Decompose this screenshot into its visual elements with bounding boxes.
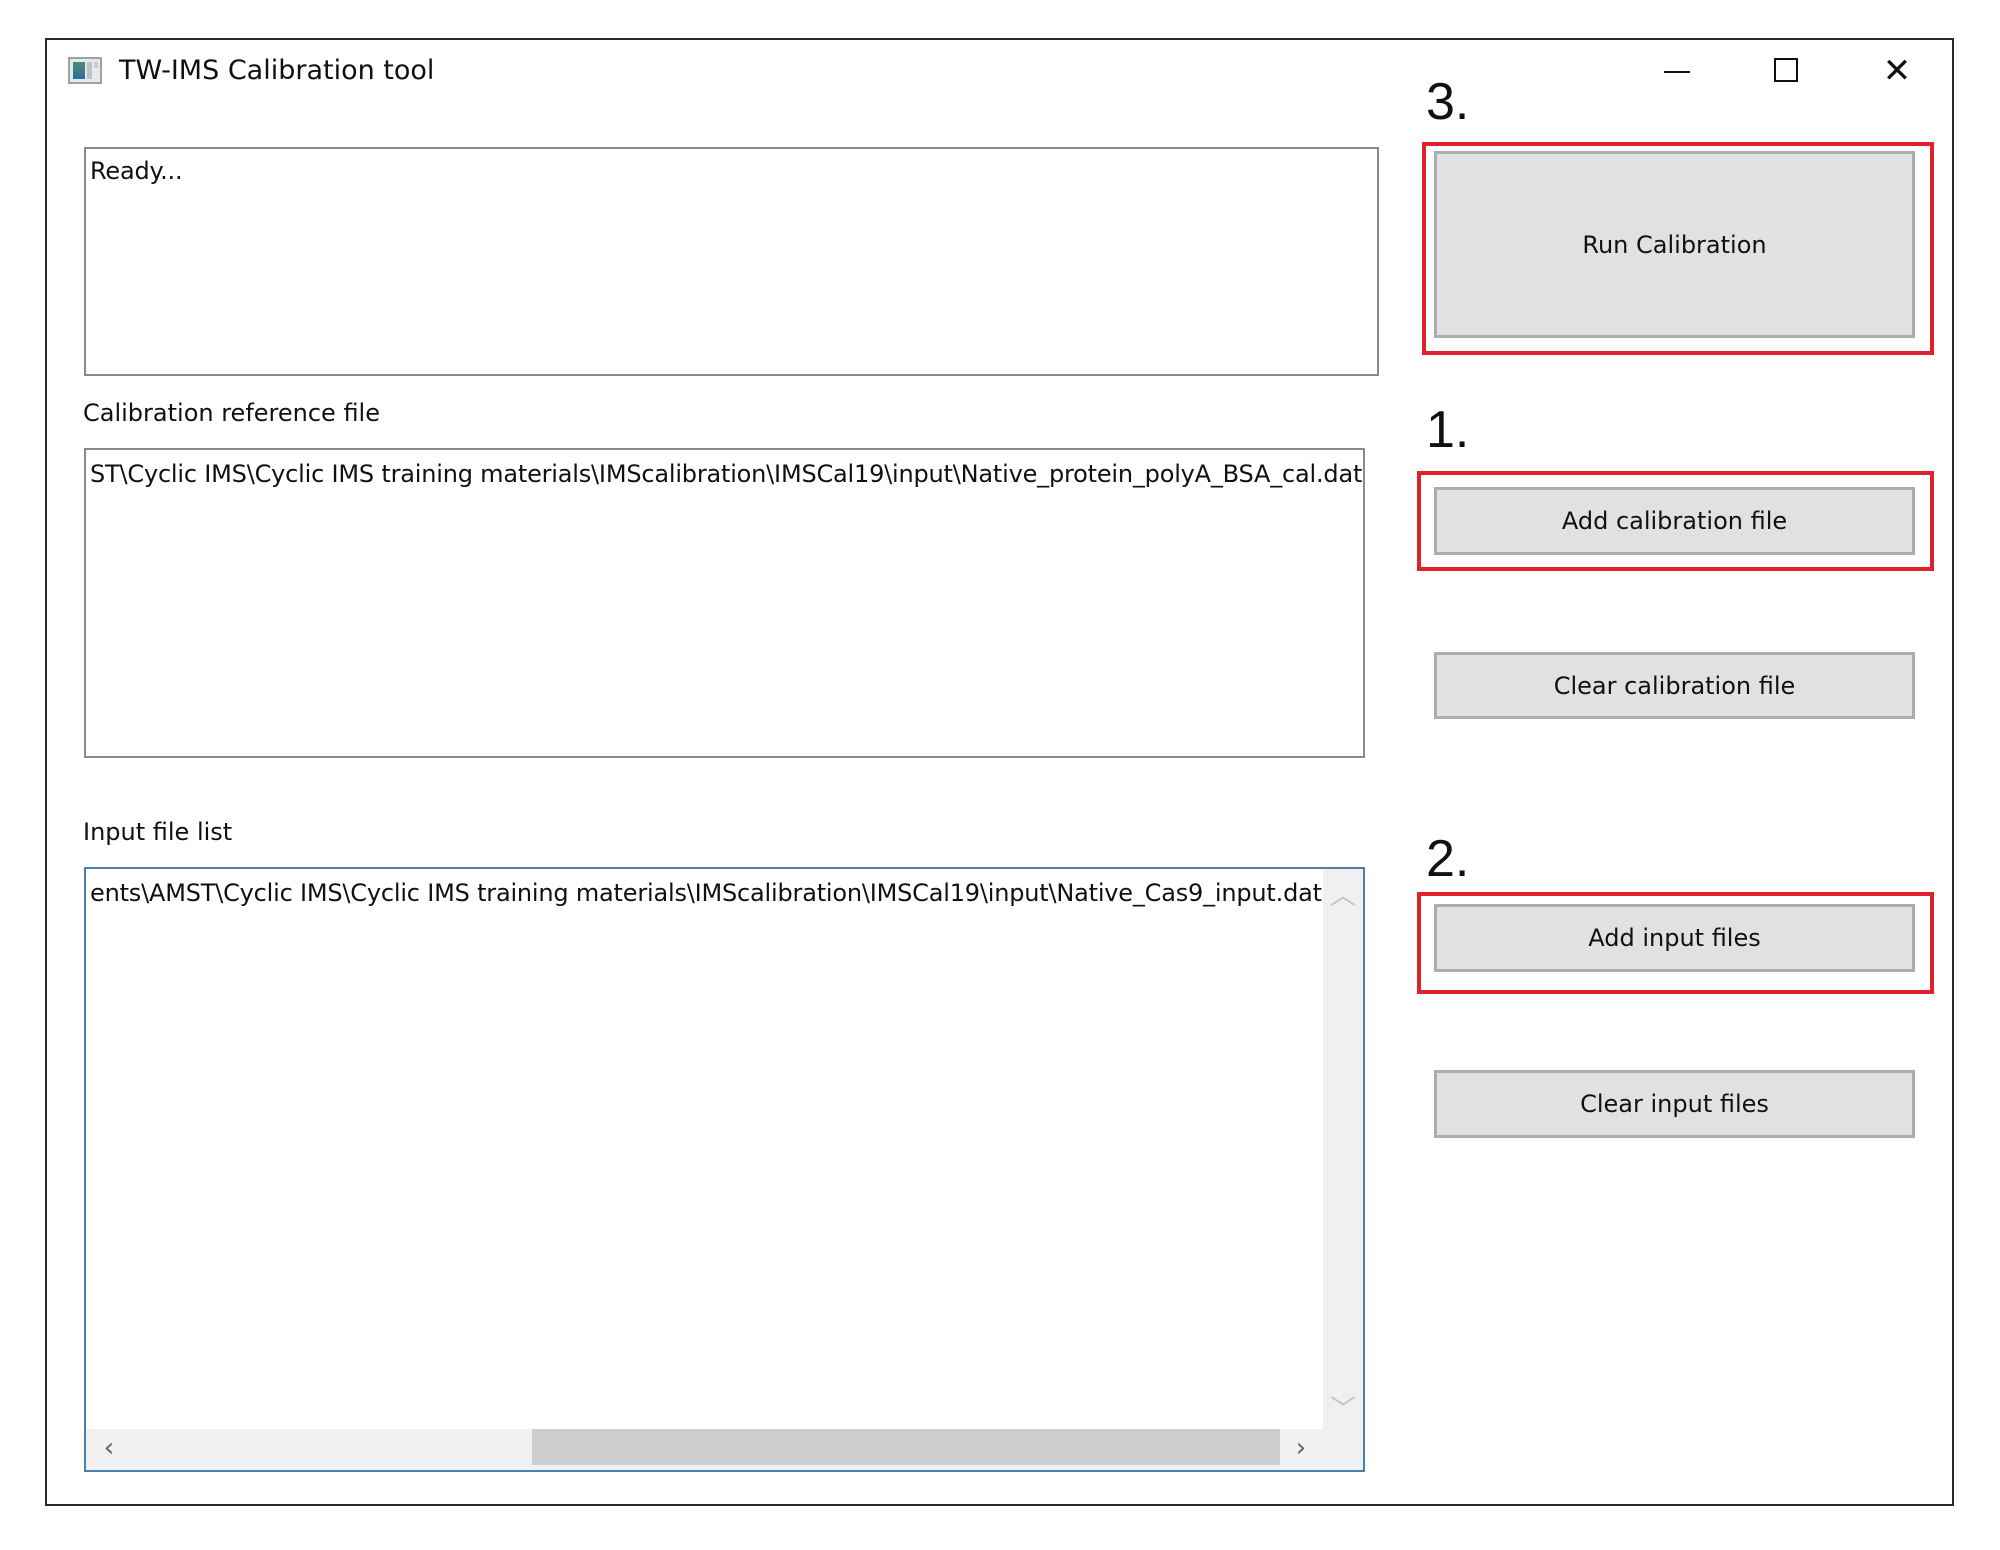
calibration-file-box[interactable]: ST\Cyclic IMS\Cyclic IMS training materi… (84, 448, 1365, 758)
close-icon: ✕ (1882, 51, 1912, 91)
scroll-right-icon[interactable]: › (1286, 1433, 1316, 1467)
vertical-scrollbar[interactable]: ︿ ﹀ (1323, 869, 1363, 1429)
step-1-label: 1. (1426, 401, 1470, 459)
horizontal-scroll-thumb[interactable] (532, 1429, 1280, 1465)
horizontal-scrollbar[interactable]: ‹ › (86, 1429, 1363, 1470)
clear-input-files-button[interactable]: Clear input files (1434, 1070, 1915, 1138)
scroll-up-icon[interactable]: ︿ (1323, 875, 1363, 911)
scroll-left-icon[interactable]: ‹ (94, 1433, 124, 1467)
status-log[interactable]: Ready... (84, 147, 1379, 376)
app-icon (68, 57, 102, 84)
step-2-label: 2. (1426, 830, 1470, 888)
maximize-button[interactable] (1761, 50, 1811, 92)
calibration-file-path: ST\Cyclic IMS\Cyclic IMS training materi… (90, 460, 1363, 488)
clear-calibration-file-button[interactable]: Clear calibration file (1434, 652, 1915, 719)
add-input-files-button[interactable]: Add input files (1434, 904, 1915, 972)
list-item[interactable]: ents\AMST\Cyclic IMS\Cyclic IMS training… (90, 879, 1322, 907)
add-calibration-file-button[interactable]: Add calibration file (1434, 487, 1915, 555)
step-3-label: 3. (1426, 73, 1470, 131)
scroll-down-icon[interactable]: ﹀ (1323, 1389, 1363, 1425)
status-text: Ready... (90, 157, 183, 185)
calibration-file-label: Calibration reference file (83, 399, 380, 427)
input-file-list[interactable]: ents\AMST\Cyclic IMS\Cyclic IMS training… (84, 867, 1365, 1472)
minimize-button[interactable] (1652, 50, 1702, 92)
window-title: TW-IMS Calibration tool (119, 55, 435, 86)
minimize-icon (1664, 71, 1690, 73)
maximize-icon (1774, 58, 1798, 82)
input-file-list-label: Input file list (83, 818, 233, 846)
run-calibration-button[interactable]: Run Calibration (1434, 151, 1915, 338)
close-button[interactable]: ✕ (1872, 50, 1922, 92)
